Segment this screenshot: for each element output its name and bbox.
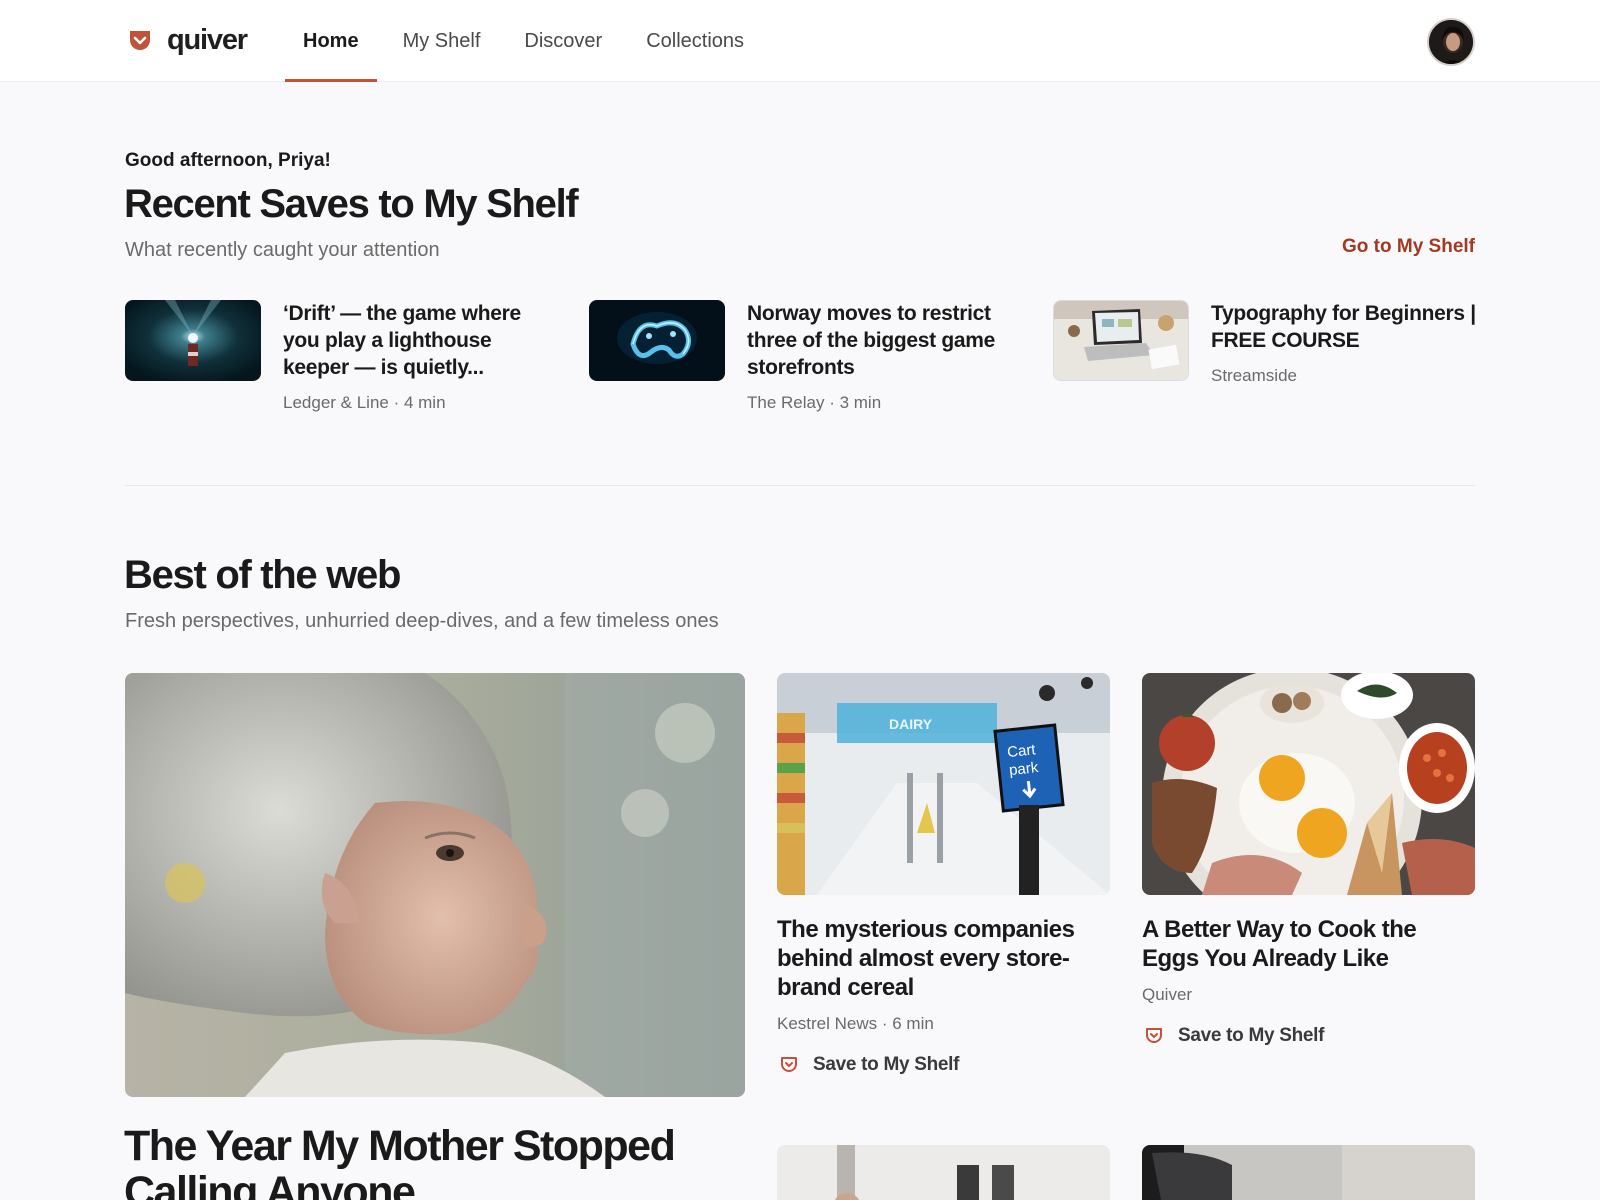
- recent-saves-subtitle: What recently caught your attention: [125, 239, 440, 261]
- save-to-my-shelf-button[interactable]: Save to My Shelf: [1142, 1025, 1475, 1047]
- quiver-save-icon: [1146, 1028, 1162, 1043]
- article-meta: Quiver: [1142, 985, 1193, 1004]
- article-meta: The Relay · 3 min: [747, 393, 882, 412]
- article-card[interactable]: A Better Way to Cook the Eggs You Alread…: [1142, 673, 1475, 1047]
- article-meta: Streamside: [1211, 366, 1297, 385]
- cart-park-sign-text: Cart: [1006, 741, 1037, 761]
- best-of-web-subtitle: Fresh perspectives, unhurried deep-dives…: [125, 610, 719, 632]
- recent-save-item[interactable]: Typography for Beginners | FREE COURSE S…: [1053, 300, 1493, 420]
- store-sign-text: DAIRY: [889, 716, 933, 732]
- greeting-text: Good afternoon, Priya!: [125, 150, 331, 171]
- cart-park-sign-text: park: [1008, 759, 1039, 779]
- user-avatar[interactable]: [1427, 18, 1475, 66]
- hero-article-image[interactable]: [125, 673, 745, 1097]
- main-nav: Home My Shelf Discover Collections: [285, 0, 770, 82]
- article-image[interactable]: [1142, 1145, 1475, 1200]
- recent-save-item[interactable]: ‘Drift’ — the game where you play a ligh…: [125, 300, 565, 420]
- best-of-web-heading: Best of the web: [124, 553, 401, 597]
- avatar-photo: [1429, 20, 1473, 64]
- brand-name: quiver: [167, 24, 248, 56]
- article-thumbnail[interactable]: [125, 300, 261, 381]
- article-card-partial[interactable]: [1142, 1145, 1475, 1200]
- brand-logo[interactable]: quiver: [127, 24, 248, 56]
- article-card[interactable]: DAIRY Cart park The mysterious companies…: [777, 673, 1110, 1076]
- article-thumbnail[interactable]: [589, 300, 725, 381]
- recent-saves-heading: Recent Saves to My Shelf: [124, 182, 579, 226]
- tab-home[interactable]: Home: [285, 0, 377, 82]
- save-label: Save to My Shelf: [1178, 1025, 1325, 1046]
- article-title[interactable]: ‘Drift’ — the game where you play a ligh…: [283, 300, 558, 381]
- quiver-logo-icon: [130, 30, 150, 50]
- quiver-save-icon: [781, 1057, 797, 1072]
- tab-collections[interactable]: Collections: [628, 0, 762, 82]
- hero-article-title[interactable]: The Year My Mother Stopped Calling Anyon…: [124, 1123, 744, 1200]
- top-navigation-bar: quiver Home My Shelf Discover Collection…: [0, 0, 1600, 82]
- article-image[interactable]: [777, 1145, 1110, 1200]
- article-image[interactable]: DAIRY Cart park: [777, 673, 1110, 895]
- article-thumbnail[interactable]: [1053, 300, 1189, 381]
- tab-my-shelf[interactable]: My Shelf: [385, 0, 499, 82]
- article-title[interactable]: Typography for Beginners | FREE COURSE: [1211, 300, 1486, 354]
- section-divider: [125, 485, 1475, 486]
- article-title[interactable]: A Better Way to Cook the Eggs You Alread…: [1142, 915, 1475, 973]
- go-to-my-shelf-link[interactable]: Go to My Shelf: [1342, 236, 1475, 258]
- save-to-my-shelf-button[interactable]: Save to My Shelf: [777, 1054, 1110, 1076]
- article-meta: Ledger & Line · 4 min: [283, 393, 446, 412]
- article-title[interactable]: The mysterious companies behind almost e…: [777, 915, 1110, 1002]
- recent-save-item[interactable]: Norway moves to restrict three of the bi…: [589, 300, 1029, 420]
- tab-discover[interactable]: Discover: [506, 0, 620, 82]
- save-label: Save to My Shelf: [813, 1054, 960, 1075]
- article-meta: Kestrel News · 6 min: [777, 1014, 934, 1033]
- article-title[interactable]: Norway moves to restrict three of the bi…: [747, 300, 1022, 381]
- article-card-partial[interactable]: [777, 1145, 1110, 1200]
- article-image[interactable]: [1142, 673, 1475, 895]
